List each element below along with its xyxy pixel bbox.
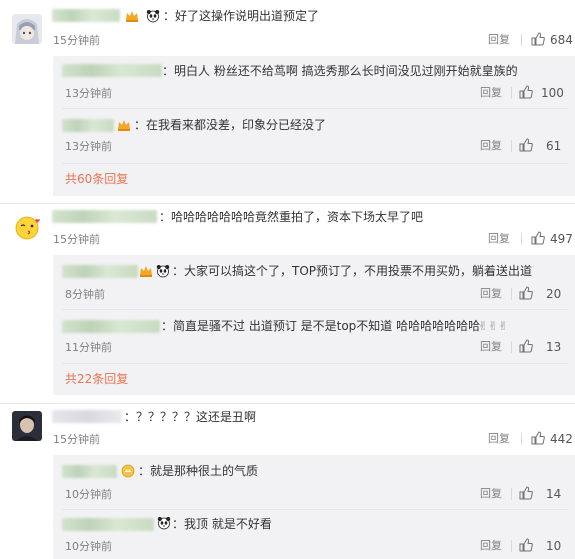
divider	[0, 403, 575, 404]
divider	[511, 488, 512, 500]
comment-time: 15分钟前	[53, 34, 100, 47]
avatar[interactable]	[12, 411, 42, 441]
kiss-face-icon	[12, 213, 42, 243]
divider	[62, 108, 568, 109]
crown-badge-icon	[126, 11, 138, 22]
avatar[interactable]	[12, 213, 42, 243]
divider	[521, 34, 522, 46]
comment-text: ：哈哈哈哈哈哈哈竟然重拍了，资本下场太早了吧	[159, 210, 424, 224]
more-replies-link[interactable]: 共22条回复	[65, 372, 128, 386]
reply-text: ：明白人 粉丝还不给茑啊 搞选秀那么长时间没见过刚开始就皇族的	[162, 64, 518, 78]
reply-button[interactable]: 回复	[488, 33, 510, 47]
crown-badge-icon	[121, 464, 135, 478]
crown-badge-icon	[140, 266, 152, 277]
panda-emoji-icon	[156, 265, 170, 278]
more-replies-link[interactable]: 共60条回复	[65, 172, 128, 186]
thumbs-up-icon[interactable]	[531, 231, 545, 245]
reply-text: ：我顶 就是不好看	[172, 517, 272, 531]
laughing-emoji-icons: ✌✌✌	[478, 319, 509, 333]
reply-text: ：就是那种很土的气质	[138, 464, 259, 478]
thumbs-up-icon[interactable]	[519, 538, 533, 552]
divider	[511, 341, 512, 353]
blurred-username[interactable]	[62, 64, 162, 77]
thumbs-up-icon[interactable]	[519, 486, 533, 500]
reply-button[interactable]: 回复	[480, 340, 502, 354]
reply-time: 10分钟前	[65, 488, 112, 501]
blurred-username[interactable]	[62, 518, 154, 531]
thumbs-up-icon[interactable]	[519, 339, 533, 353]
blurred-username[interactable]	[52, 210, 157, 223]
like-count: 100	[541, 86, 564, 100]
like-count: 61	[546, 139, 562, 153]
anime-avatar-icon	[12, 14, 42, 44]
thumbs-up-icon[interactable]	[519, 138, 533, 152]
panda-emoji-icon	[146, 10, 160, 23]
reply-time: 13分钟前	[65, 140, 112, 153]
like-count: 20	[546, 287, 562, 301]
divider	[0, 203, 575, 204]
reply-text: ：简直是骚不过 出道预订 是不是top不知道 哈哈哈哈哈哈哈	[161, 319, 481, 333]
divider	[511, 540, 512, 552]
divider	[511, 87, 512, 99]
reply-button[interactable]: 回复	[480, 539, 502, 553]
reply-button[interactable]: 回复	[480, 487, 502, 501]
like-count: 14	[546, 487, 562, 501]
reply-button[interactable]: 回复	[480, 86, 502, 100]
reply-text: ：大家可以搞这个了，TOP预订了，不用投票不用买奶，躺着送出道	[172, 264, 533, 278]
divider	[521, 433, 522, 445]
thumbs-up-icon[interactable]	[531, 431, 545, 445]
comment-text: ：好了这操作说明出道预定了	[163, 9, 320, 23]
divider	[62, 363, 568, 364]
reply-button[interactable]: 回复	[488, 232, 510, 246]
thumbs-up-icon[interactable]	[519, 286, 533, 300]
reply-button[interactable]: 回复	[480, 139, 502, 153]
blurred-username[interactable]	[52, 9, 120, 22]
blurred-username[interactable]	[62, 119, 114, 132]
divider	[511, 288, 512, 300]
like-count: 13	[546, 340, 562, 354]
like-count: 442	[550, 432, 573, 446]
reply-time: 8分钟前	[65, 288, 105, 301]
crown-badge-icon	[118, 120, 130, 131]
blurred-username[interactable]	[62, 320, 160, 333]
divider	[521, 233, 522, 245]
blurred-username[interactable]	[62, 465, 117, 478]
panda-emoji-icon	[157, 517, 171, 530]
reply-button[interactable]: 回复	[488, 432, 510, 446]
like-count: 684	[550, 33, 573, 47]
reply-time: 10分钟前	[65, 540, 112, 553]
divider	[62, 309, 568, 310]
comment-time: 15分钟前	[53, 433, 100, 446]
divider	[511, 140, 512, 152]
reply-time: 11分钟前	[65, 341, 112, 354]
comment-time: 15分钟前	[53, 233, 100, 246]
thumbs-up-icon[interactable]	[519, 85, 533, 99]
avatar[interactable]	[12, 14, 42, 44]
blurred-username[interactable]	[62, 265, 138, 278]
comment-text: ：？？？？？这还是丑啊	[124, 410, 257, 424]
blurred-username[interactable]	[52, 410, 122, 423]
reply-time: 13分钟前	[65, 87, 112, 100]
reply-text: ：在我看来都没差，印象分已经没了	[134, 118, 327, 132]
person-photo-icon	[12, 411, 42, 441]
like-count: 10	[546, 539, 562, 553]
thumbs-up-icon[interactable]	[531, 32, 545, 46]
reply-button[interactable]: 回复	[480, 287, 502, 301]
divider	[62, 509, 568, 510]
divider	[62, 163, 568, 164]
like-count: 497	[550, 232, 573, 246]
